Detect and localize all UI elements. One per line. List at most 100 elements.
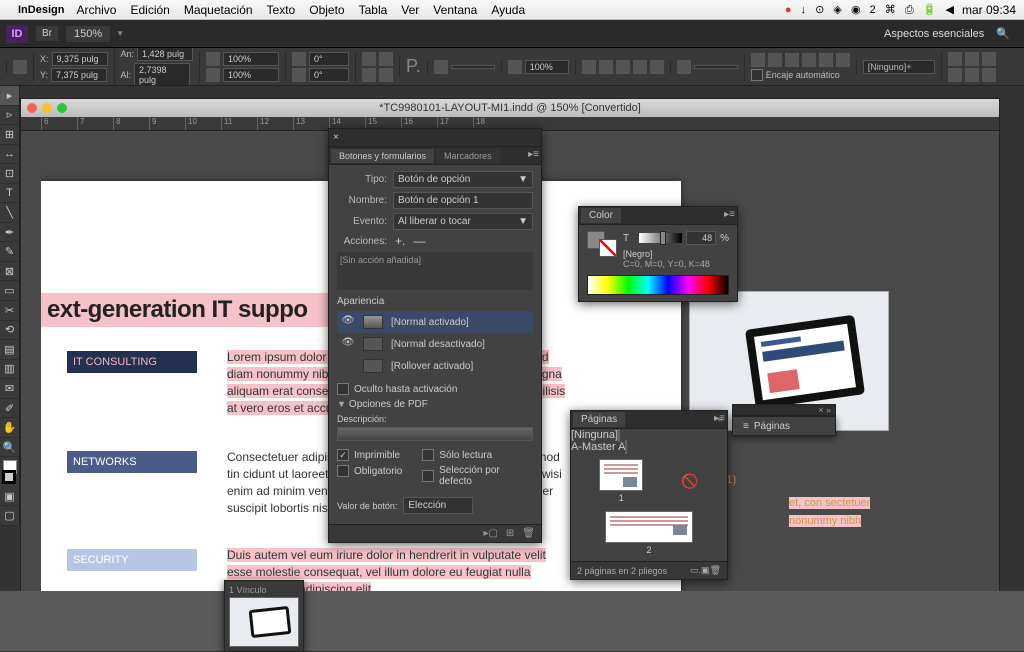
convert-button[interactable]: ⊞ [506,528,514,539]
view-mode-preview[interactable]: ▢ [0,506,19,526]
stroke-icon[interactable] [434,60,448,74]
fill-stroke-swatch[interactable] [3,460,16,483]
visibility-icon[interactable]: 👁 [341,315,355,329]
sync-icon[interactable]: ↓ [801,4,807,16]
menu-ver[interactable]: Ver [401,3,419,17]
close-button[interactable] [27,103,37,113]
appearance-normal-off[interactable]: 👁 [Normal desactivado] [337,333,533,355]
gradient-feather-tool[interactable]: ▥ [0,360,19,380]
menu-maquetacion[interactable]: Maquetación [184,3,253,17]
delete-page-button[interactable]: 🗑 [710,565,721,576]
nombre-field[interactable]: Botón de opción 1 [393,192,533,209]
stroke-weight[interactable] [451,65,495,69]
align-3-icon[interactable] [982,52,996,66]
fx-icon[interactable] [508,60,522,74]
caption-line-2[interactable]: nonummy nibh [789,515,861,527]
height-field[interactable]: 2,7398 pulg [134,63,190,87]
width-field[interactable]: 1,428 pulg [137,48,193,61]
color-panel[interactable]: Color ▸≡ T 48 % [Negro] C=0, M=0, Y=0, K… [578,206,738,302]
oculto-checkbox[interactable] [337,383,349,395]
gap-tool[interactable]: ↔ [0,145,19,165]
note-tool[interactable]: ✉ [0,379,19,399]
menubar-clock[interactable]: mar 09:34 [962,3,1016,17]
fit-1-icon[interactable] [751,53,765,67]
link-preview-thumb[interactable] [229,597,299,647]
type-tool[interactable]: T [0,184,19,204]
object-style-dropdown[interactable]: [Ninguno]+ [863,60,935,74]
indesign-logo[interactable]: ID [6,25,28,43]
align-5-icon[interactable] [965,68,979,82]
link-preview-flyout[interactable]: 1 Vínculo [224,580,304,652]
tab-color[interactable]: Color [581,208,621,223]
pages-thumbnails[interactable]: 1 🚫 2 [571,453,727,561]
icon-a[interactable]: ⌘ [885,4,896,16]
zoom-dropdown-icon[interactable]: ▼ [116,29,124,38]
rotate-ccw-icon[interactable] [379,68,393,82]
reference-point-icon[interactable] [13,60,27,74]
free-transform-tool[interactable]: ⟲ [0,321,19,341]
fit-5-icon[interactable] [819,53,833,67]
content-collector-tool[interactable]: ⊡ [0,164,19,184]
corner-icon[interactable] [677,60,691,74]
menu-archivo[interactable]: Archivo [76,3,116,17]
line-tool[interactable]: ╲ [0,203,19,223]
fit-2-icon[interactable] [768,53,782,67]
selection-tool[interactable]: ▸ [0,86,19,106]
volume-icon[interactable]: ◀ [946,4,954,16]
menu-edicion[interactable]: Edición [130,3,169,17]
visibility-icon[interactable]: 👁 [341,337,355,351]
auto-fit-checkbox[interactable] [751,69,763,81]
tab-botones[interactable]: Botones y formularios [331,149,434,163]
document-titlebar[interactable]: *TC9980101-LAYOUT-MI1.indd @ 150% [Conve… [21,99,999,117]
maximize-button[interactable] [57,103,67,113]
solo-lectura-checkbox[interactable] [422,449,434,461]
tab-marcadores[interactable]: Marcadores [436,149,500,163]
corner-field[interactable] [694,65,738,69]
expand-icon[interactable]: » [826,405,831,415]
pages-panel[interactable]: Páginas ▸≡ « [Ninguna] A-Master A 1 🚫 2 … [570,410,728,580]
rotate-cw-icon[interactable] [362,68,376,82]
obligatorio-checkbox[interactable] [337,465,349,477]
rectangle-tool[interactable]: ▭ [0,281,19,301]
icon-b[interactable]: ⎙ [905,4,914,16]
caption-line-1[interactable]: et, con sectetuer [789,497,870,509]
panel-grip-icon[interactable]: × [333,132,339,143]
appearance-normal-on[interactable]: 👁 [Normal activado] [337,311,533,333]
actions-list[interactable]: [Sin acción añadida] [337,252,533,290]
flip-h-icon[interactable] [362,52,376,66]
imprimible-checkbox[interactable] [337,449,349,461]
master-ninguna[interactable]: [Ninguna] [571,429,727,441]
gradient-swatch-tool[interactable]: ▤ [0,340,19,360]
remove-action-button[interactable]: — [413,234,425,248]
edit-page-size-button[interactable]: ▭. [690,565,701,576]
menu-texto[interactable]: Texto [267,3,296,17]
pages-panel-menu-icon[interactable]: ▸≡ [714,413,725,424]
pdf-disclosure-icon[interactable]: ▼ [337,399,346,409]
floating-pages-header[interactable]: × » [732,404,836,416]
appearance-rollover-on[interactable]: [Rollover activado] [337,355,533,377]
bridge-button[interactable]: Br [36,26,58,41]
floating-pages-tab[interactable]: ≡ Páginas [732,416,836,436]
tipo-dropdown[interactable]: Botón de opción▼ [393,171,533,188]
align-6-icon[interactable] [982,68,996,82]
p-icon[interactable]: P. [406,56,421,77]
textwrap-2-icon[interactable] [599,60,613,74]
rotate-field[interactable]: 0° [309,52,349,66]
buttons-forms-panel[interactable]: × Botones y formularios Marcadores ▸≡ Ti… [328,128,542,543]
page-thumb-2[interactable] [605,511,693,543]
workspace-switcher[interactable]: Aspectos esenciales [884,28,984,40]
preview-button[interactable]: ▸▢ [483,528,497,539]
tint-value[interactable]: 48 [686,231,716,245]
panel-menu-icon[interactable]: ▸≡ [528,149,539,160]
menu-ayuda[interactable]: Ayuda [491,3,525,17]
fit-4-icon[interactable] [802,53,816,67]
scale-x-field[interactable]: 100% [223,52,279,66]
menu-objeto[interactable]: Objeto [309,3,344,17]
scissors-tool[interactable]: ✂ [0,301,19,321]
align-4-icon[interactable] [948,68,962,82]
flip-v-icon[interactable] [379,52,393,66]
alert-icon[interactable]: ● [785,4,792,16]
direct-selection-tool[interactable]: ▹ [0,106,19,126]
search-icon[interactable]: 🔍 [996,27,1010,40]
master-a[interactable]: A-Master A [571,441,727,453]
